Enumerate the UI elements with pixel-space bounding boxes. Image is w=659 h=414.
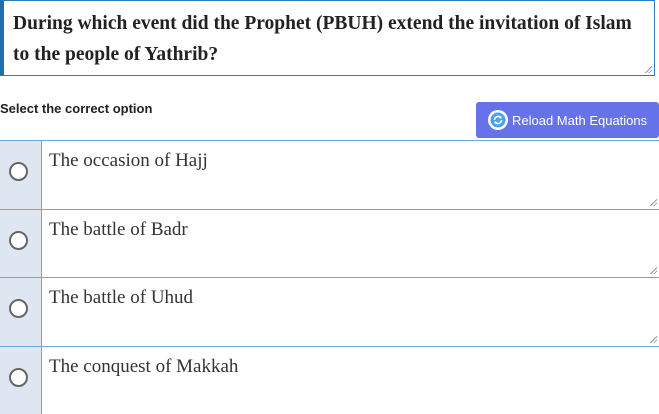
- radio-button[interactable]: [9, 162, 28, 181]
- options-list: The occasion of Hajj The battle of Badr …: [0, 140, 659, 414]
- radio-column: [0, 347, 42, 414]
- radio-button[interactable]: [9, 299, 28, 318]
- question-box[interactable]: During which event did the Prophet (PBUH…: [0, 0, 655, 76]
- radio-column: [0, 210, 42, 278]
- resize-handle-icon[interactable]: [644, 65, 652, 73]
- option-row[interactable]: The conquest of Makkah: [0, 346, 659, 414]
- option-text[interactable]: The battle of Uhud: [49, 287, 193, 309]
- radio-button[interactable]: [9, 231, 28, 250]
- resize-handle-icon[interactable]: [649, 266, 657, 274]
- radio-button[interactable]: [9, 368, 28, 387]
- option-text[interactable]: The occasion of Hajj: [49, 150, 208, 172]
- reload-button-label: Reload Math Equations: [512, 113, 647, 128]
- radio-column: [0, 141, 42, 209]
- resize-handle-icon[interactable]: [649, 335, 657, 343]
- option-text[interactable]: The battle of Badr: [49, 219, 188, 241]
- option-row[interactable]: The battle of Uhud: [0, 277, 659, 346]
- option-text[interactable]: The conquest of Makkah: [49, 356, 238, 378]
- refresh-icon: [488, 110, 508, 130]
- reload-math-equations-button[interactable]: Reload Math Equations: [476, 102, 659, 138]
- option-row[interactable]: The battle of Badr: [0, 209, 659, 278]
- select-option-label: Select the correct option: [0, 101, 152, 116]
- question-text: During which event did the Prophet (PBUH…: [13, 8, 646, 70]
- resize-handle-icon[interactable]: [649, 198, 657, 206]
- option-row[interactable]: The occasion of Hajj: [0, 140, 659, 209]
- radio-column: [0, 278, 42, 346]
